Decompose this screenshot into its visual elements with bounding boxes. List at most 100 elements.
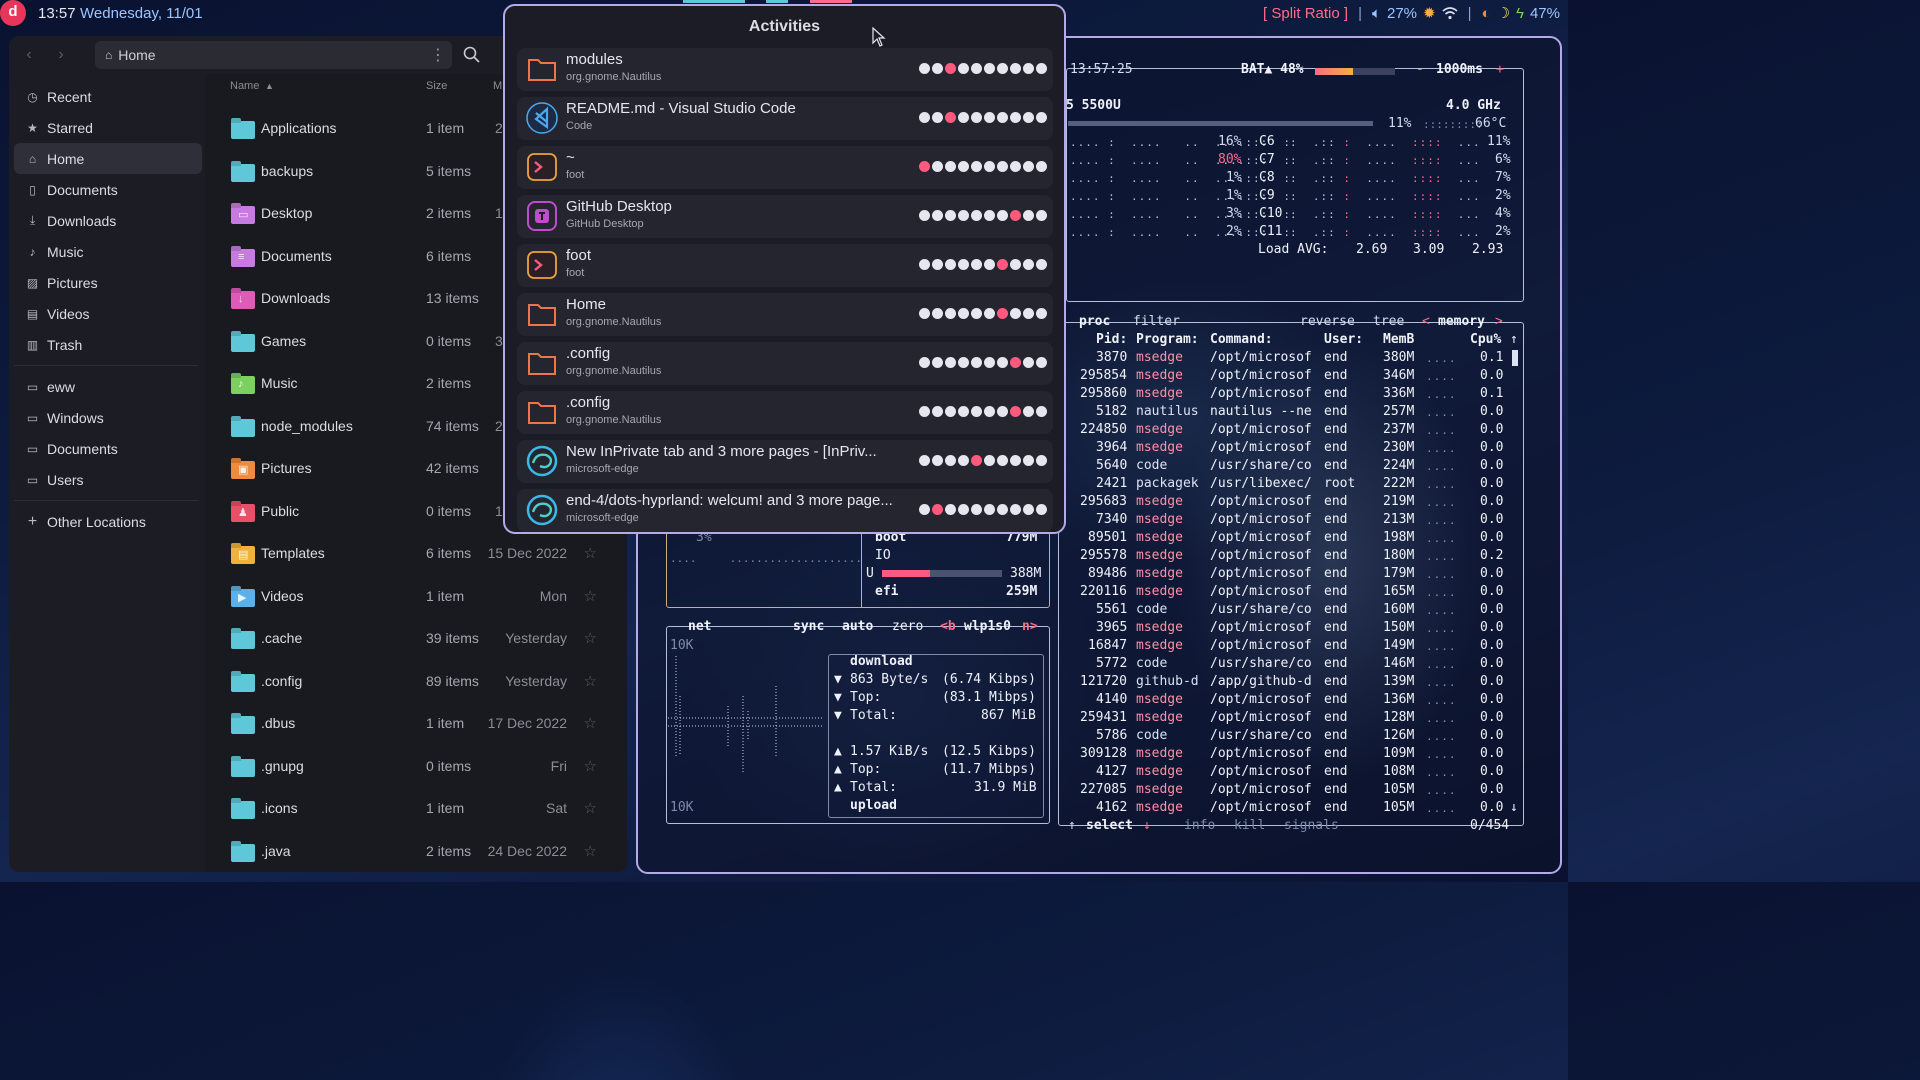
proc-user[interactable]: end	[1324, 530, 1347, 545]
workspace-dot[interactable]	[919, 63, 930, 74]
sidebar-item-downloads[interactable]: ⤓ Downloads	[14, 205, 202, 236]
proc-cpu[interactable]: 0.0	[1480, 440, 1503, 455]
proc-cpu[interactable]: 0.0	[1480, 710, 1503, 725]
proc-mem[interactable]: 109M	[1383, 746, 1414, 761]
workspace-dot[interactable]	[1036, 210, 1047, 221]
proc-command[interactable]: /opt/microsof	[1210, 368, 1312, 383]
proc-mem[interactable]: 136M	[1383, 692, 1414, 707]
sidebar-bookmark-windows[interactable]: ▭ Windows	[14, 402, 202, 433]
proc-program[interactable]: msedge	[1136, 584, 1183, 599]
proc-user[interactable]: end	[1324, 584, 1347, 599]
proc-user[interactable]: end	[1324, 404, 1347, 419]
workspace-dot[interactable]	[919, 455, 930, 466]
proc-cpu[interactable]: 0.0	[1480, 656, 1503, 671]
proc-kill[interactable]: kill	[1234, 818, 1265, 833]
proc-program[interactable]: msedge	[1136, 494, 1183, 509]
workspace-dot[interactable]	[1023, 210, 1034, 221]
workspace-dot[interactable]	[984, 455, 995, 466]
workspace-dot[interactable]	[984, 63, 995, 74]
net-sync[interactable]: sync	[793, 619, 824, 634]
star-icon[interactable]: ☆	[584, 757, 597, 775]
proc-cpu[interactable]: 0.0	[1480, 458, 1503, 473]
proc-user[interactable]: root	[1324, 476, 1355, 491]
proc-pid[interactable]: 5772	[1096, 656, 1127, 671]
proc-command[interactable]: /opt/microsof	[1210, 710, 1312, 725]
proc-mem[interactable]: 237M	[1383, 422, 1414, 437]
sidebar-other-locations[interactable]: + Other Locations	[14, 506, 202, 537]
workspace-dot[interactable]	[984, 161, 995, 172]
proc-program[interactable]: msedge	[1136, 512, 1183, 527]
workspace-dot[interactable]	[958, 259, 969, 270]
workspace-dot[interactable]	[919, 504, 930, 515]
star-icon[interactable]: ☆	[584, 629, 597, 647]
workspace-dot[interactable]	[1010, 504, 1021, 515]
proc-program[interactable]: msedge	[1136, 620, 1183, 635]
net-next-iface[interactable]: n>	[1022, 619, 1038, 634]
split-ratio-label[interactable]: [ Split Ratio ]	[1263, 5, 1348, 22]
proc-mem[interactable]: 380M	[1383, 350, 1414, 365]
proc-program[interactable]: github-d	[1136, 674, 1199, 689]
column-header-name[interactable]: Name	[230, 80, 259, 92]
proc-mem[interactable]: 150M	[1383, 620, 1414, 635]
workspace-dot[interactable]	[958, 63, 969, 74]
workspace-dot[interactable]	[932, 161, 943, 172]
star-icon[interactable]: ☆	[584, 672, 597, 690]
activity-window-item[interactable]: foot foot	[517, 244, 1053, 287]
workspace-dot[interactable]	[1023, 308, 1034, 319]
workspace-dot[interactable]	[958, 210, 969, 221]
scroll-down-icon[interactable]: ↓	[1510, 800, 1518, 815]
brightness-icon[interactable]: ✹	[1423, 4, 1436, 22]
proc-mem[interactable]: 213M	[1383, 512, 1414, 527]
proc-program[interactable]: msedge	[1136, 386, 1183, 401]
proc-pid[interactable]: 295683	[1080, 494, 1127, 509]
proc-cpu[interactable]: 0.0	[1480, 404, 1503, 419]
proc-cpu[interactable]: 0.0	[1480, 800, 1503, 815]
workspace-dot[interactable]	[932, 112, 943, 123]
distro-logo-icon[interactable]: d	[0, 0, 26, 26]
workspace-dot[interactable]	[945, 161, 956, 172]
file-row[interactable]: .gnupg 0 items Fri ☆	[205, 746, 627, 788]
proc-user[interactable]: end	[1324, 512, 1347, 527]
workspace-dot[interactable]	[971, 406, 982, 417]
workspace-dot[interactable]	[945, 259, 956, 270]
workspace-dot[interactable]	[919, 308, 930, 319]
workspace-dot[interactable]	[1010, 63, 1021, 74]
workspace-indicator[interactable]	[766, 0, 788, 3]
proc-pid[interactable]: 4162	[1096, 800, 1127, 815]
proc-pid[interactable]: 16847	[1088, 638, 1127, 653]
workspace-dot[interactable]	[971, 210, 982, 221]
workspace-dot[interactable]	[945, 406, 956, 417]
workspace-dot[interactable]	[958, 112, 969, 123]
proc-program[interactable]: msedge	[1136, 710, 1183, 725]
proc-pid[interactable]: 3964	[1096, 440, 1127, 455]
proc-program[interactable]: msedge	[1136, 440, 1183, 455]
workspace-dot[interactable]	[932, 63, 943, 74]
proc-signals[interactable]: signals	[1284, 818, 1339, 833]
activity-window-item[interactable]: ~ foot	[517, 146, 1053, 189]
path-bar[interactable]: ⌂ Home ⋮	[95, 41, 452, 69]
proc-command[interactable]: /opt/microsof	[1210, 782, 1312, 797]
proc-command[interactable]: /opt/microsof	[1210, 494, 1312, 509]
proc-pid[interactable]: 309128	[1080, 746, 1127, 761]
proc-command[interactable]: /opt/microsof	[1210, 350, 1312, 365]
proc-program[interactable]: packagek	[1136, 476, 1199, 491]
proc-user[interactable]: end	[1324, 746, 1347, 761]
proc-sort-field[interactable]: memory	[1438, 314, 1485, 329]
scroll-up-icon[interactable]: ↑	[1510, 332, 1518, 347]
proc-reverse[interactable]: reverse	[1300, 314, 1355, 329]
proc-user[interactable]: end	[1324, 368, 1347, 383]
proc-cpu[interactable]: 0.0	[1480, 674, 1503, 689]
proc-command[interactable]: /opt/microsof	[1210, 422, 1312, 437]
workspace-dot[interactable]	[1010, 455, 1021, 466]
workspace-dot[interactable]	[932, 406, 943, 417]
col-pid[interactable]: Pid:	[1096, 332, 1127, 347]
proc-program[interactable]: msedge	[1136, 638, 1183, 653]
workspace-dot[interactable]	[997, 210, 1008, 221]
workspace-dot[interactable]	[984, 406, 995, 417]
sidebar-item-music[interactable]: ♪ Music	[14, 236, 202, 267]
proc-pid[interactable]: 5786	[1096, 728, 1127, 743]
proc-cpu[interactable]: 0.0	[1480, 764, 1503, 779]
proc-command[interactable]: /usr/share/co	[1210, 602, 1312, 617]
proc-select[interactable]: select	[1086, 818, 1133, 833]
proc-cpu[interactable]: 0.0	[1480, 782, 1503, 797]
